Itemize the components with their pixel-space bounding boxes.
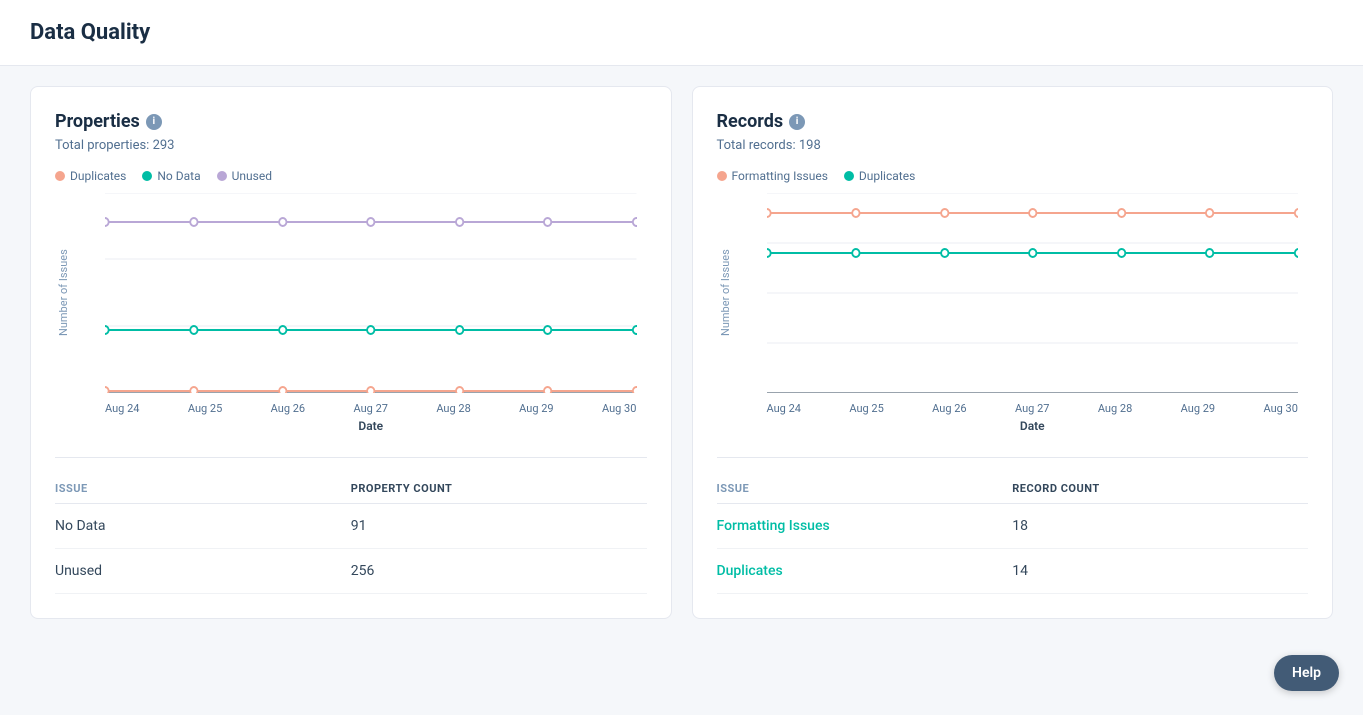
legend-dot-unused	[217, 171, 227, 181]
properties-y-axis-label: Number of Issues	[57, 193, 70, 393]
table-row: Formatting Issues 18	[717, 504, 1309, 549]
properties-table: ISSUE PROPERTY COUNT No Data 91 Unused 2…	[55, 457, 647, 594]
help-button[interactable]: Help	[1274, 655, 1339, 691]
legend-item-duplicates-rec: Duplicates	[844, 169, 915, 183]
legend-dot-nodata	[142, 171, 152, 181]
records-card-title: Records i	[717, 111, 1309, 132]
issue-formatting[interactable]: Formatting Issues	[717, 518, 1013, 534]
properties-col1-header: ISSUE	[55, 482, 351, 495]
legend-item-formatting: Formatting Issues	[717, 169, 828, 183]
records-chart-svg: 20 15 10 5 0	[767, 193, 1299, 393]
legend-item-nodata: No Data	[142, 169, 200, 183]
table-row: Duplicates 14	[717, 549, 1309, 594]
records-col1-header: ISSUE	[717, 482, 1013, 495]
count-formatting: 18	[1012, 518, 1308, 534]
count-unused: 256	[351, 563, 647, 579]
properties-card: Properties i Total properties: 293 Dupli…	[30, 86, 672, 619]
records-subtitle: Total records: 198	[717, 138, 1309, 153]
records-chart-container: Number of Issues 20 15 10 5 0	[717, 193, 1309, 433]
properties-chart-svg: 300 200 100 0	[105, 193, 637, 393]
issue-duplicates-rec[interactable]: Duplicates	[717, 563, 1013, 579]
count-nodata: 91	[351, 518, 647, 534]
legend-dot-formatting	[717, 171, 727, 181]
properties-col2-header: PROPERTY COUNT	[351, 482, 647, 495]
legend-item-duplicates: Duplicates	[55, 169, 126, 183]
records-x-axis-label: Date	[767, 419, 1299, 433]
records-legend: Formatting Issues Duplicates	[717, 169, 1309, 183]
legend-dot-duplicates	[55, 171, 65, 181]
legend-item-unused: Unused	[217, 169, 272, 183]
properties-legend: Duplicates No Data Unused	[55, 169, 647, 183]
records-table-header: ISSUE RECORD COUNT	[717, 474, 1309, 504]
records-info-icon[interactable]: i	[789, 114, 805, 130]
properties-info-icon[interactable]: i	[146, 114, 162, 130]
page-header: Data Quality	[0, 0, 1363, 66]
properties-table-header: ISSUE PROPERTY COUNT	[55, 474, 647, 504]
properties-x-axis-label: Date	[105, 419, 637, 433]
records-chart-area: 20 15 10 5 0	[767, 193, 1299, 393]
page-title: Data Quality	[30, 20, 1333, 45]
records-card: Records i Total records: 198 Formatting …	[692, 86, 1334, 619]
count-duplicates-rec: 14	[1012, 563, 1308, 579]
table-row: Unused 256	[55, 549, 647, 594]
records-y-axis-label: Number of Issues	[719, 193, 732, 393]
properties-chart-area: 300 200 100 0	[105, 193, 637, 393]
issue-unused: Unused	[55, 563, 351, 579]
legend-dot-duplicates-rec	[844, 171, 854, 181]
properties-subtitle: Total properties: 293	[55, 138, 647, 153]
properties-card-title: Properties i	[55, 111, 647, 132]
table-row: No Data 91	[55, 504, 647, 549]
records-table: ISSUE RECORD COUNT Formatting Issues 18 …	[717, 457, 1309, 594]
issue-nodata: No Data	[55, 518, 351, 534]
properties-chart-container: Number of Issues 300 200 100 0	[55, 193, 647, 433]
main-content: Properties i Total properties: 293 Dupli…	[0, 66, 1363, 639]
records-col2-header: RECORD COUNT	[1012, 482, 1308, 495]
